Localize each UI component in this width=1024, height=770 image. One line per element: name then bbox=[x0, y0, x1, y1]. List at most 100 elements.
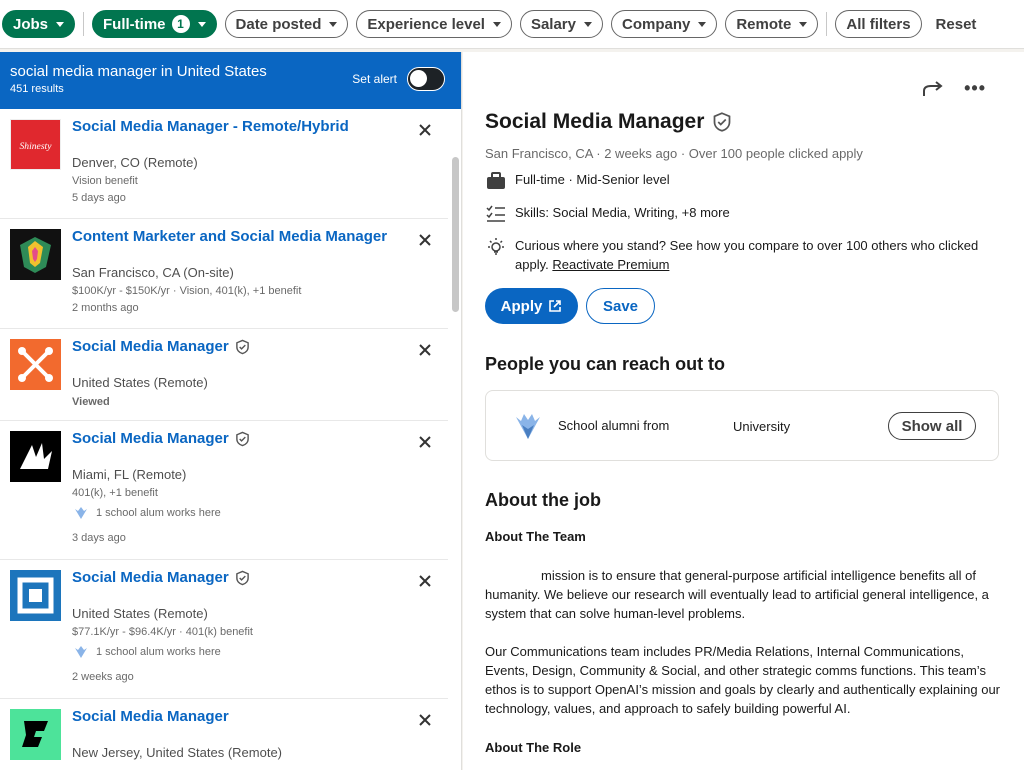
school-crest-icon bbox=[75, 646, 87, 658]
job-location: San Francisco, CA (On-site) bbox=[72, 265, 234, 280]
verified-icon bbox=[235, 570, 249, 586]
company-logo bbox=[10, 709, 61, 760]
job-type-insight: Full-time · Mid-Senior level bbox=[485, 172, 670, 190]
close-icon[interactable] bbox=[418, 574, 432, 588]
job-title-text: Social Media Manager bbox=[72, 430, 229, 447]
all-filters-label: All filters bbox=[846, 15, 911, 33]
job-salary: $77.1K/yr - $96.4K/yr · 401(k) benefit bbox=[72, 626, 253, 638]
job-detail-subtitle: San Francisco, CA · 2 weeks ago · Over 1… bbox=[485, 146, 863, 161]
about-paragraph-2: Our Communications team includes PR/Medi… bbox=[485, 644, 1001, 716]
date-posted-filter-button[interactable]: Date posted bbox=[224, 10, 349, 38]
filter-count-badge: 1 bbox=[171, 15, 190, 33]
lightbulb-icon bbox=[488, 238, 504, 255]
viewed-status: Viewed bbox=[72, 396, 110, 408]
university-name: University bbox=[733, 419, 791, 434]
people-heading: People you can reach out to bbox=[485, 354, 726, 374]
job-card[interactable]: Social Media Manager New Jersey, United … bbox=[0, 699, 448, 770]
apply-button[interactable]: Apply bbox=[485, 288, 578, 324]
job-card[interactable]: Social Media Manager Miami, FL (Remote) … bbox=[0, 421, 448, 560]
search-header: social media manager in United States 45… bbox=[0, 52, 461, 109]
job-location: Miami, FL (Remote) bbox=[72, 467, 187, 482]
results-panel: social media manager in United States 45… bbox=[0, 52, 462, 770]
caret-down-icon bbox=[584, 21, 592, 27]
job-title[interactable]: Social Media Manager - Remote/Hybrid bbox=[72, 117, 448, 137]
job-location: United States (Remote) bbox=[72, 375, 208, 390]
job-title[interactable]: Social Media Manager bbox=[72, 568, 448, 588]
job-title[interactable]: Content Marketer and Social Media Manage… bbox=[72, 227, 448, 247]
job-location: United States (Remote) bbox=[72, 606, 208, 621]
job-posted: 5 days ago bbox=[72, 192, 126, 204]
alum-text: 1 school alum works here bbox=[96, 507, 221, 519]
experience-label: Experience level bbox=[367, 15, 485, 33]
verified-icon bbox=[235, 339, 249, 355]
about-heading: About the job bbox=[485, 490, 601, 510]
job-card[interactable]: Social Media Manager United States (Remo… bbox=[0, 560, 448, 699]
premium-insight-text: Curious where you stand? See how you com… bbox=[515, 238, 979, 253]
company-logo: Shinesty bbox=[10, 119, 61, 170]
experience-filter-button[interactable]: Experience level bbox=[356, 10, 512, 38]
briefcase-icon bbox=[487, 172, 505, 189]
company-logo bbox=[10, 339, 61, 390]
more-options-icon[interactable]: ••• bbox=[964, 78, 986, 99]
company-label: Company bbox=[622, 15, 691, 33]
alum-insight: 1 school alum works here bbox=[72, 506, 448, 520]
alumni-text: School alumni from bbox=[558, 418, 670, 433]
role-heading: About The Role bbox=[485, 740, 582, 755]
remote-filter-button[interactable]: Remote bbox=[725, 10, 819, 38]
caret-down-icon bbox=[492, 21, 501, 27]
list-scrollbar[interactable] bbox=[452, 157, 459, 312]
job-location: New Jersey, United States (Remote) bbox=[72, 745, 282, 760]
company-logo bbox=[10, 229, 61, 280]
all-filters-button[interactable]: All filters bbox=[835, 10, 922, 38]
caret-down-icon bbox=[799, 21, 808, 27]
reactivate-premium-link[interactable]: Reactivate Premium bbox=[552, 257, 669, 272]
divider bbox=[826, 12, 828, 36]
reset-button[interactable]: Reset bbox=[936, 16, 977, 33]
close-icon[interactable] bbox=[418, 435, 432, 449]
skills-insight: Skills: Social Media, Writing, +8 more bbox=[485, 205, 730, 223]
verified-icon bbox=[714, 112, 731, 132]
filter-bar: Jobs Full-time 1 Date posted Experience l… bbox=[0, 0, 1024, 49]
show-all-button[interactable]: Show all bbox=[888, 412, 976, 440]
close-icon[interactable] bbox=[418, 343, 432, 357]
share-icon[interactable] bbox=[922, 80, 944, 98]
team-heading: About The Team bbox=[485, 529, 586, 544]
job-benefits: Vision benefit bbox=[72, 175, 138, 187]
caret-down-icon bbox=[56, 21, 65, 27]
company-filter-button[interactable]: Company bbox=[611, 10, 718, 38]
set-alert: Set alert bbox=[352, 67, 445, 91]
job-type-text: Full-time · Mid-Senior level bbox=[515, 172, 670, 187]
alum-insight: 1 school alum works here bbox=[72, 645, 448, 659]
jobs-filter-label: Jobs bbox=[13, 15, 49, 33]
fulltime-filter-button[interactable]: Full-time 1 bbox=[92, 10, 217, 38]
premium-insight: Curious where you stand? See how you com… bbox=[485, 236, 1005, 274]
set-alert-label: Set alert bbox=[352, 72, 397, 86]
job-list: Shinesty Social Media Manager - Remote/H… bbox=[0, 109, 448, 770]
job-title[interactable]: Social Media Manager bbox=[72, 707, 448, 727]
remote-label: Remote bbox=[736, 15, 792, 33]
job-detail-title-text: Social Media Manager bbox=[485, 110, 705, 133]
job-title[interactable]: Social Media Manager bbox=[72, 337, 448, 357]
job-title[interactable]: Social Media Manager bbox=[72, 429, 448, 449]
caret-down-icon bbox=[329, 21, 338, 27]
job-title-text: Social Media Manager bbox=[72, 338, 229, 355]
job-posted: 3 days ago bbox=[72, 532, 126, 544]
logo-wordmark: Shinesty bbox=[20, 141, 53, 152]
company-logo bbox=[10, 431, 61, 482]
close-icon[interactable] bbox=[418, 233, 432, 247]
job-card[interactable]: Content Marketer and Social Media Manage… bbox=[0, 219, 448, 329]
job-card[interactable]: Shinesty Social Media Manager - Remote/H… bbox=[0, 109, 448, 219]
job-card[interactable]: Social Media Manager United States (Remo… bbox=[0, 329, 448, 421]
alum-text: 1 school alum works here bbox=[96, 646, 221, 658]
checklist-icon bbox=[486, 205, 505, 222]
jobs-filter-button[interactable]: Jobs bbox=[2, 10, 76, 38]
caret-down-icon bbox=[698, 21, 707, 27]
job-benefits: 401(k), +1 benefit bbox=[72, 487, 158, 499]
close-icon[interactable] bbox=[418, 713, 432, 727]
alert-toggle[interactable] bbox=[407, 67, 445, 91]
save-button[interactable]: Save bbox=[586, 288, 655, 324]
close-icon[interactable] bbox=[418, 123, 432, 137]
salary-label: Salary bbox=[530, 15, 576, 33]
salary-filter-button[interactable]: Salary bbox=[519, 10, 603, 38]
job-posted: 2 weeks ago bbox=[72, 671, 134, 683]
